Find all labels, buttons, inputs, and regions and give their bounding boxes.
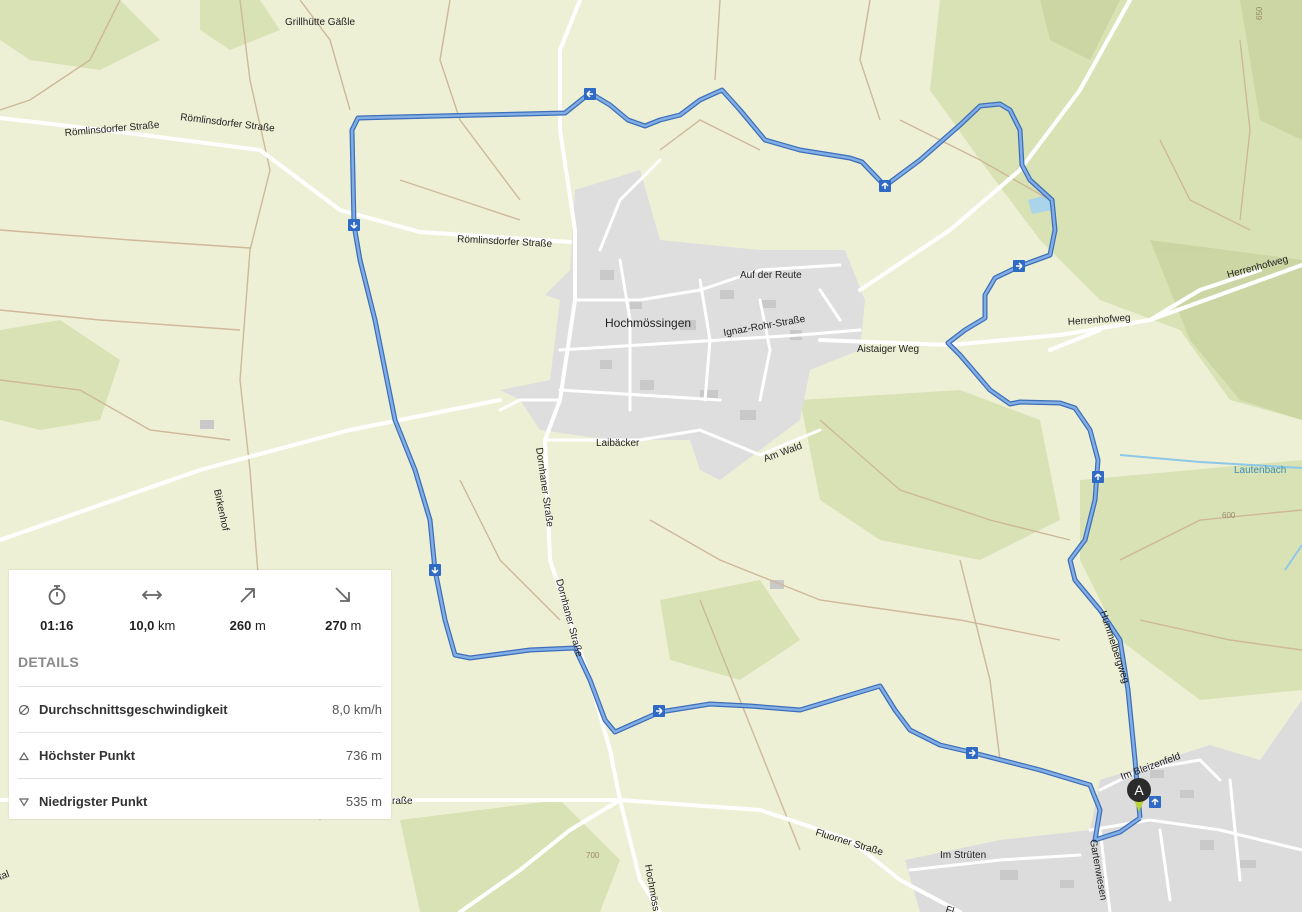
- stat-ascent: 260 m: [200, 584, 296, 652]
- place-label: Hochmössingen: [605, 316, 691, 330]
- detail-row-speed: Durchschnittsgeschwindigkeit 8,0 km/h: [18, 686, 382, 732]
- direction-arrow-icon: [1013, 260, 1025, 272]
- direction-arrow-icon: [966, 747, 978, 759]
- detail-row-highest: Höchster Punkt 736 m: [18, 732, 382, 778]
- tour-stats-panel: 01:16 10,0 km 260 m 270 m DETAILS Durchs…: [9, 570, 391, 819]
- contour-label: 600: [1222, 511, 1236, 520]
- stat-distance: 10,0 km: [105, 584, 201, 652]
- stat-value: 260 m: [229, 618, 266, 633]
- direction-arrow-icon: [584, 88, 596, 100]
- direction-arrow-icon: [653, 705, 665, 717]
- direction-arrow-icon: [1149, 796, 1161, 808]
- contour-label: 700: [586, 851, 600, 860]
- street-label: Laibäcker: [596, 438, 640, 449]
- ascent-icon: [240, 588, 255, 603]
- detail-label: Durchschnittsgeschwindigkeit: [39, 702, 228, 717]
- stat-value: 01:16: [40, 618, 74, 633]
- contour-label: 650: [1255, 6, 1264, 20]
- stat-value: 270 m: [325, 618, 362, 633]
- direction-arrow-icon: [1092, 471, 1104, 483]
- detail-label: Höchster Punkt: [39, 748, 136, 763]
- water-label: Lautenbach: [1234, 465, 1286, 476]
- summary-stats: 01:16 10,0 km 260 m 270 m: [9, 570, 391, 652]
- detail-value: 736 m: [345, 748, 382, 763]
- street-label: Im Strüten: [940, 850, 986, 861]
- detail-row-lowest: Niedrigster Punkt 535 m: [18, 778, 382, 824]
- distance-icon: [141, 590, 163, 600]
- descent-icon: [335, 587, 351, 602]
- street-label: Auf der Reute: [740, 270, 802, 281]
- detail-label: Niedrigster Punkt: [39, 794, 148, 809]
- direction-arrow-icon: [429, 564, 441, 576]
- details-heading: DETAILS: [18, 654, 79, 670]
- start-marker-label: A: [1134, 782, 1144, 798]
- stat-value: 10,0 km: [129, 618, 176, 633]
- stat-descent: 270 m: [296, 584, 392, 652]
- detail-value: 535 m: [345, 794, 382, 809]
- street-label: Grillhütte Gäßle: [285, 17, 355, 28]
- lowest-point-icon: [18, 797, 30, 807]
- stopwatch-icon: [48, 585, 66, 605]
- highest-point-icon: [18, 751, 30, 760]
- street-label: raße: [392, 796, 413, 807]
- stat-duration: 01:16: [9, 584, 105, 652]
- direction-arrow-icon: [879, 180, 891, 192]
- direction-arrow-icon: [348, 219, 360, 231]
- street-label: Aistaiger Weg: [857, 344, 919, 355]
- speed-icon: [18, 704, 30, 715]
- detail-value: 8,0 km/h: [332, 702, 382, 717]
